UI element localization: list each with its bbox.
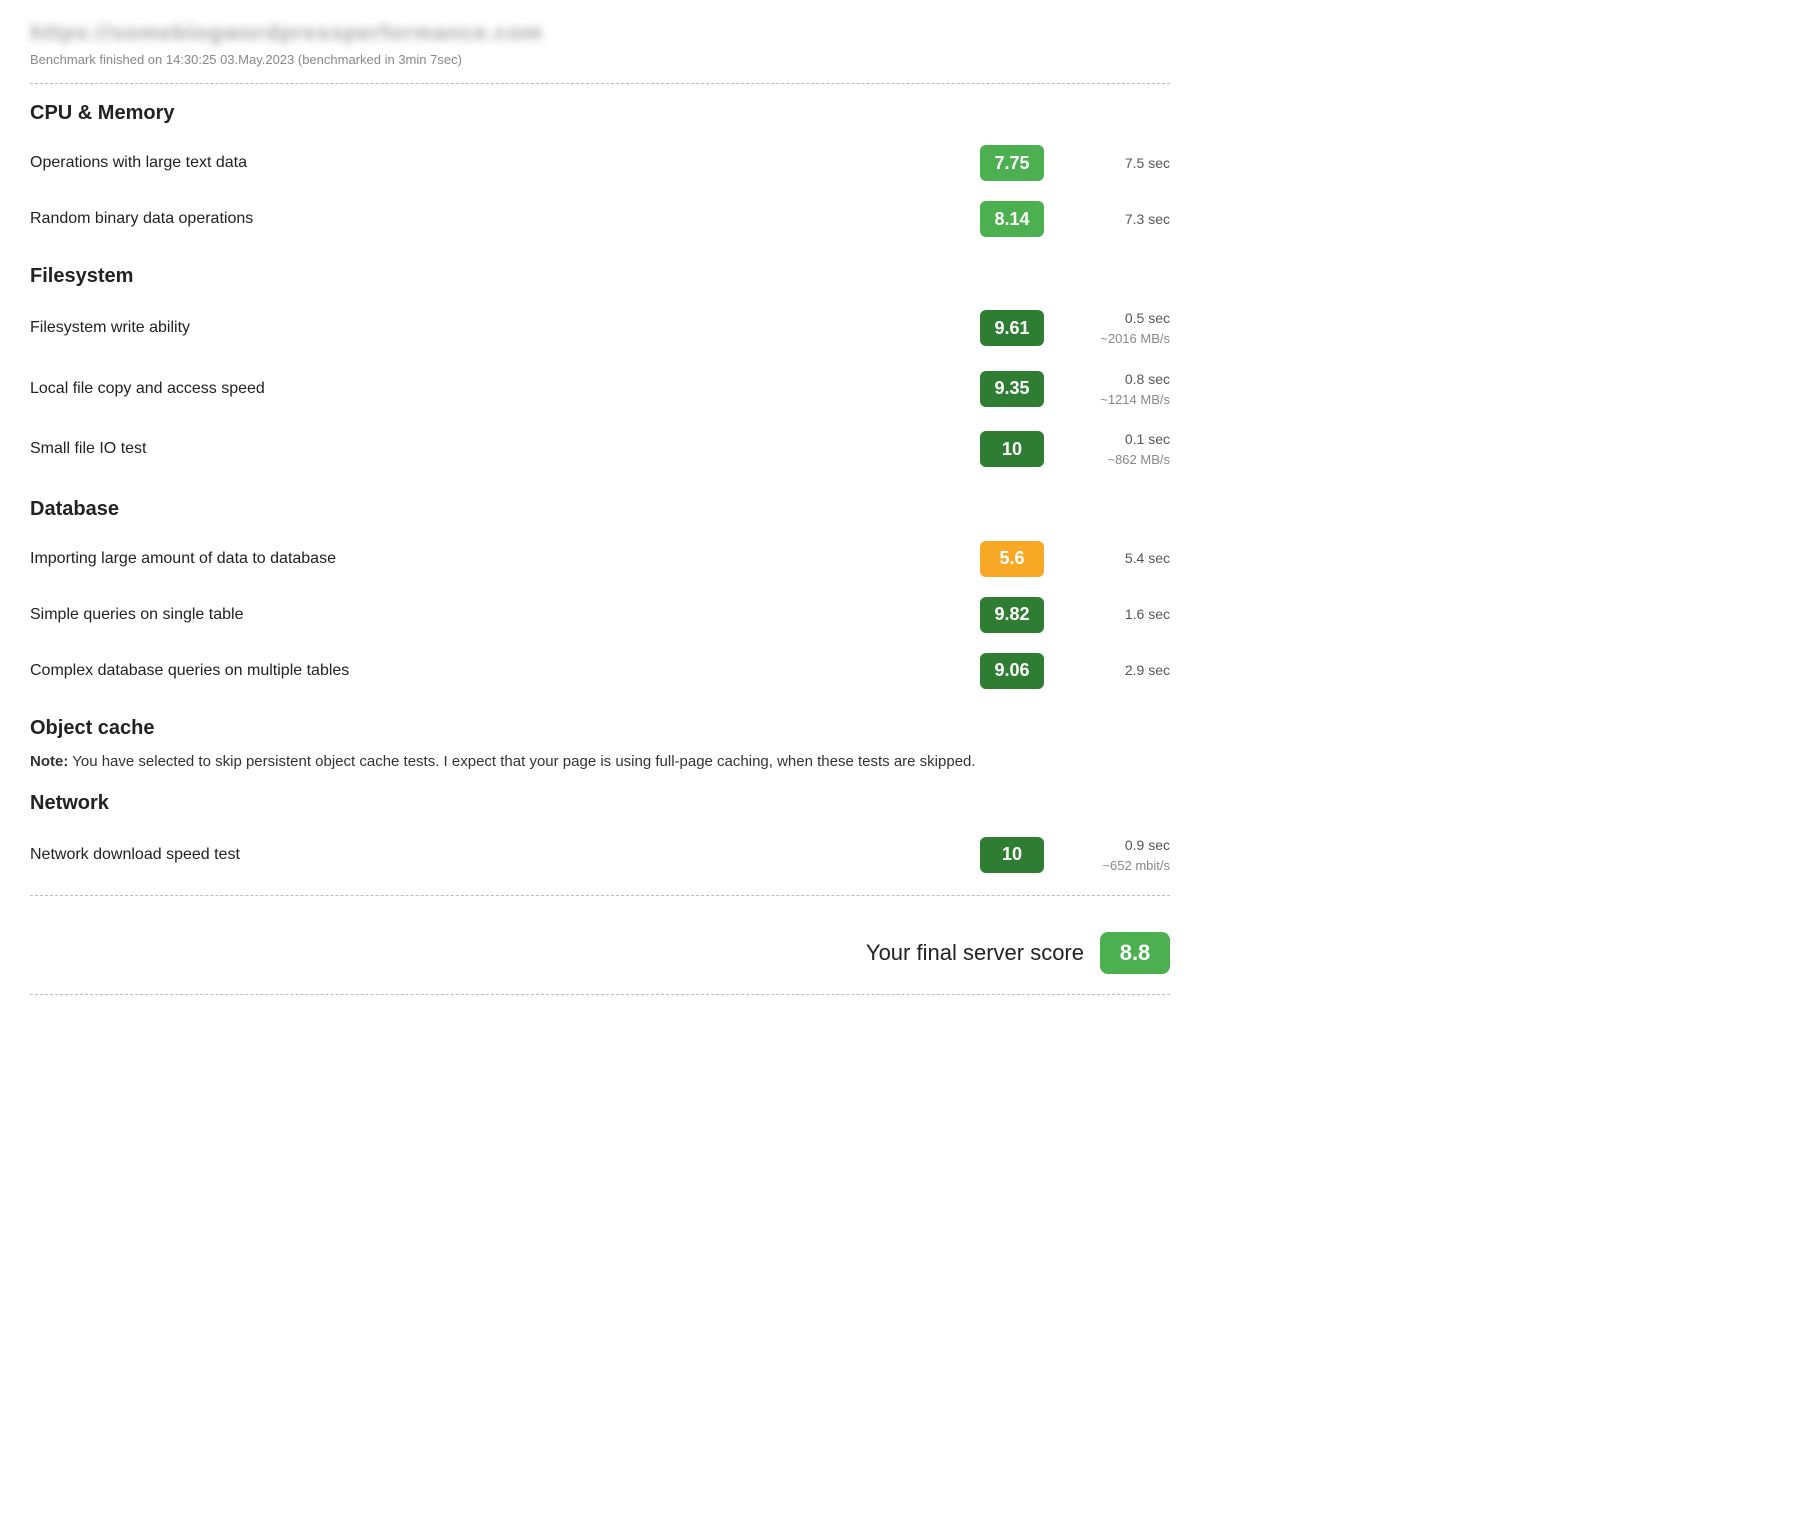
section-title-filesystem: Filesystem	[30, 265, 1170, 288]
time-main-database-2: 2.9 sec	[1060, 660, 1170, 681]
benchmark-label-cpu-memory-1: Random binary data operations	[30, 210, 980, 228]
score-badge-filesystem-1: 9.35	[980, 371, 1044, 407]
benchmark-row-database-2: Complex database queries on multiple tab…	[30, 643, 1170, 699]
bottom-divider	[30, 895, 1170, 896]
score-badge-database-1: 9.82	[980, 597, 1044, 633]
benchmark-time-database-0: 5.4 sec	[1060, 548, 1170, 569]
time-main-network-0: 0.9 sec	[1060, 835, 1170, 856]
time-main-filesystem-0: 0.5 sec	[1060, 308, 1170, 329]
section-title-object-cache: Object cache	[30, 717, 1170, 740]
time-sub-filesystem-1: ~1214 MB/s	[1060, 390, 1170, 410]
benchmark-time-network-0: 0.9 sec~652 mbit/s	[1060, 835, 1170, 876]
benchmark-time-cpu-memory-1: 7.3 sec	[1060, 209, 1170, 230]
time-main-database-0: 5.4 sec	[1060, 548, 1170, 569]
score-badge-filesystem-2: 10	[980, 431, 1044, 467]
benchmark-label-filesystem-2: Small file IO test	[30, 440, 980, 458]
benchmark-time-filesystem-0: 0.5 sec~2016 MB/s	[1060, 308, 1170, 349]
section-title-cpu-memory: CPU & Memory	[30, 102, 1170, 125]
score-badge-cpu-memory-0: 7.75	[980, 145, 1044, 181]
benchmark-label-filesystem-1: Local file copy and access speed	[30, 380, 980, 398]
score-badge-cpu-memory-1: 8.14	[980, 201, 1044, 237]
benchmark-row-filesystem-0: Filesystem write ability9.61 0.5 sec~2016…	[30, 298, 1170, 359]
final-score-badge: 8.8	[1100, 932, 1170, 974]
score-badge-database-2: 9.06	[980, 653, 1044, 689]
time-main-filesystem-2: 0.1 sec	[1060, 429, 1170, 450]
benchmark-meta: Benchmark finished on 14:30:25 03.May.20…	[30, 52, 1170, 67]
benchmark-row-database-1: Simple queries on single table9.82 1.6 se…	[30, 587, 1170, 643]
benchmark-row-cpu-memory-1: Random binary data operations8.14 7.3 sec	[30, 191, 1170, 247]
time-sub-network-0: ~652 mbit/s	[1060, 856, 1170, 876]
score-badge-filesystem-0: 9.61	[980, 310, 1044, 346]
benchmark-row-cpu-memory-0: Operations with large text data7.75 7.5 s…	[30, 135, 1170, 191]
benchmark-row-filesystem-2: Small file IO test10 0.1 sec~862 MB/s	[30, 419, 1170, 480]
benchmark-time-filesystem-2: 0.1 sec~862 MB/s	[1060, 429, 1170, 470]
time-main-database-1: 1.6 sec	[1060, 604, 1170, 625]
time-main-cpu-memory-1: 7.3 sec	[1060, 209, 1170, 230]
time-main-cpu-memory-0: 7.5 sec	[1060, 153, 1170, 174]
time-main-filesystem-1: 0.8 sec	[1060, 369, 1170, 390]
benchmark-label-database-2: Complex database queries on multiple tab…	[30, 662, 980, 680]
benchmark-time-database-2: 2.9 sec	[1060, 660, 1170, 681]
site-url: https://someblogwordpressperformance.com	[30, 20, 1170, 46]
top-divider	[30, 83, 1170, 84]
time-sub-filesystem-0: ~2016 MB/s	[1060, 329, 1170, 349]
score-badge-network-0: 10	[980, 837, 1044, 873]
time-sub-filesystem-2: ~862 MB/s	[1060, 450, 1170, 470]
section-title-network: Network	[30, 792, 1170, 815]
benchmark-label-database-0: Importing large amount of data to databa…	[30, 550, 980, 568]
benchmark-row-network-0: Network download speed test10 0.9 sec~652…	[30, 825, 1170, 886]
final-score-row: Your final server score 8.8	[30, 914, 1170, 984]
section-title-database: Database	[30, 498, 1170, 521]
benchmark-row-filesystem-1: Local file copy and access speed9.35 0.8 …	[30, 359, 1170, 420]
score-badge-database-0: 5.6	[980, 541, 1044, 577]
benchmark-label-cpu-memory-0: Operations with large text data	[30, 154, 980, 172]
object-cache-note: Note: You have selected to skip persiste…	[30, 750, 1170, 774]
benchmark-row-database-0: Importing large amount of data to databa…	[30, 531, 1170, 587]
benchmark-time-filesystem-1: 0.8 sec~1214 MB/s	[1060, 369, 1170, 410]
benchmark-label-network-0: Network download speed test	[30, 846, 980, 864]
final-score-label: Your final server score	[866, 940, 1084, 966]
benchmark-time-cpu-memory-0: 7.5 sec	[1060, 153, 1170, 174]
benchmark-time-database-1: 1.6 sec	[1060, 604, 1170, 625]
footer-divider	[30, 994, 1170, 995]
benchmark-label-filesystem-0: Filesystem write ability	[30, 319, 980, 337]
benchmark-label-database-1: Simple queries on single table	[30, 606, 980, 624]
